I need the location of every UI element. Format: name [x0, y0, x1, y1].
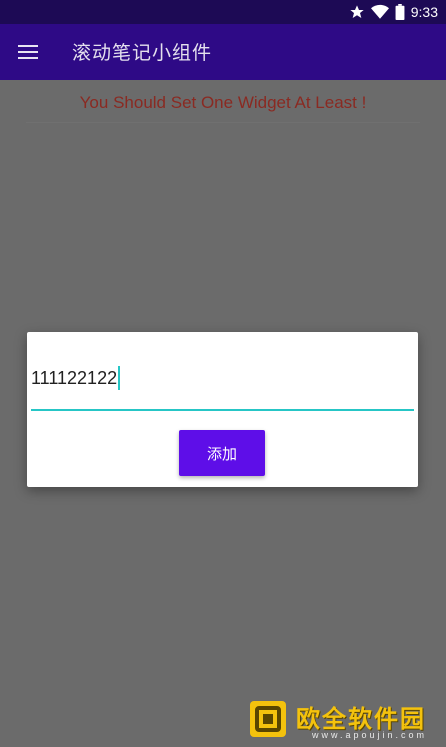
status-bar: 9:33: [0, 0, 446, 24]
watermark-logo-icon: [250, 701, 286, 737]
divider: [26, 122, 420, 123]
watermark-url: www.apoujin.com: [312, 730, 428, 740]
text-caret: [118, 366, 121, 390]
star-icon: [350, 5, 364, 18]
menu-icon[interactable]: [18, 43, 38, 61]
warning-message: You Should Set One Widget At Least !: [79, 93, 367, 112]
note-input[interactable]: 111122122: [31, 366, 121, 390]
note-input-field[interactable]: 111122122: [31, 360, 414, 412]
add-note-dialog: 111122122 添加: [27, 332, 418, 487]
note-input-value: 111122122: [31, 367, 118, 388]
add-button[interactable]: 添加: [179, 430, 265, 476]
battery-icon: [395, 4, 405, 20]
status-time: 9:33: [410, 4, 438, 20]
watermark: 欧全软件园 www.apoujin.com: [244, 697, 444, 745]
app-bar: 滚动笔记小组件: [0, 24, 446, 80]
app-title: 滚动笔记小组件: [72, 42, 213, 64]
watermark-text: 欧全软件园: [296, 705, 426, 733]
input-underline: [31, 409, 414, 411]
wifi-icon: [370, 4, 389, 19]
status-icons: 9:33: [349, 0, 438, 24]
